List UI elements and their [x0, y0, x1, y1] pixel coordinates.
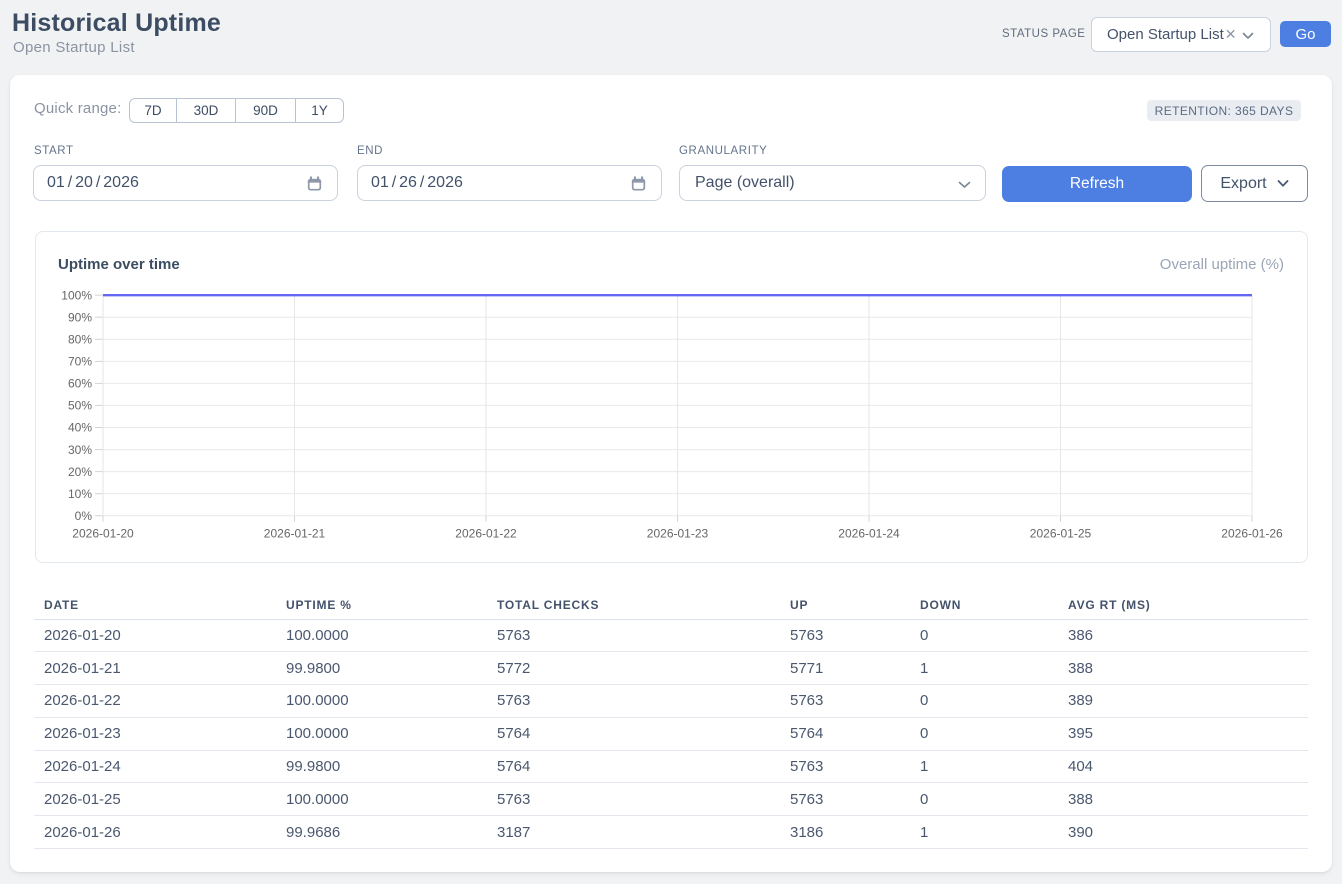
svg-text:50%: 50% — [68, 399, 92, 413]
svg-text:60%: 60% — [68, 377, 92, 391]
svg-text:2026-01-23: 2026-01-23 — [647, 527, 709, 541]
svg-text:2026-01-24: 2026-01-24 — [838, 527, 900, 541]
svg-text:90%: 90% — [68, 311, 92, 325]
svg-text:70%: 70% — [68, 355, 92, 369]
svg-text:10%: 10% — [68, 487, 92, 501]
svg-text:30%: 30% — [68, 443, 92, 457]
svg-text:80%: 80% — [68, 333, 92, 347]
svg-text:2026-01-26: 2026-01-26 — [1221, 527, 1283, 541]
svg-text:20%: 20% — [68, 465, 92, 479]
svg-text:0%: 0% — [75, 509, 93, 523]
svg-text:2026-01-21: 2026-01-21 — [264, 527, 326, 541]
svg-text:2026-01-22: 2026-01-22 — [455, 527, 517, 541]
svg-text:2026-01-25: 2026-01-25 — [1030, 527, 1092, 541]
svg-text:2026-01-20: 2026-01-20 — [72, 527, 134, 541]
svg-text:100%: 100% — [61, 288, 92, 302]
svg-text:40%: 40% — [68, 421, 92, 435]
